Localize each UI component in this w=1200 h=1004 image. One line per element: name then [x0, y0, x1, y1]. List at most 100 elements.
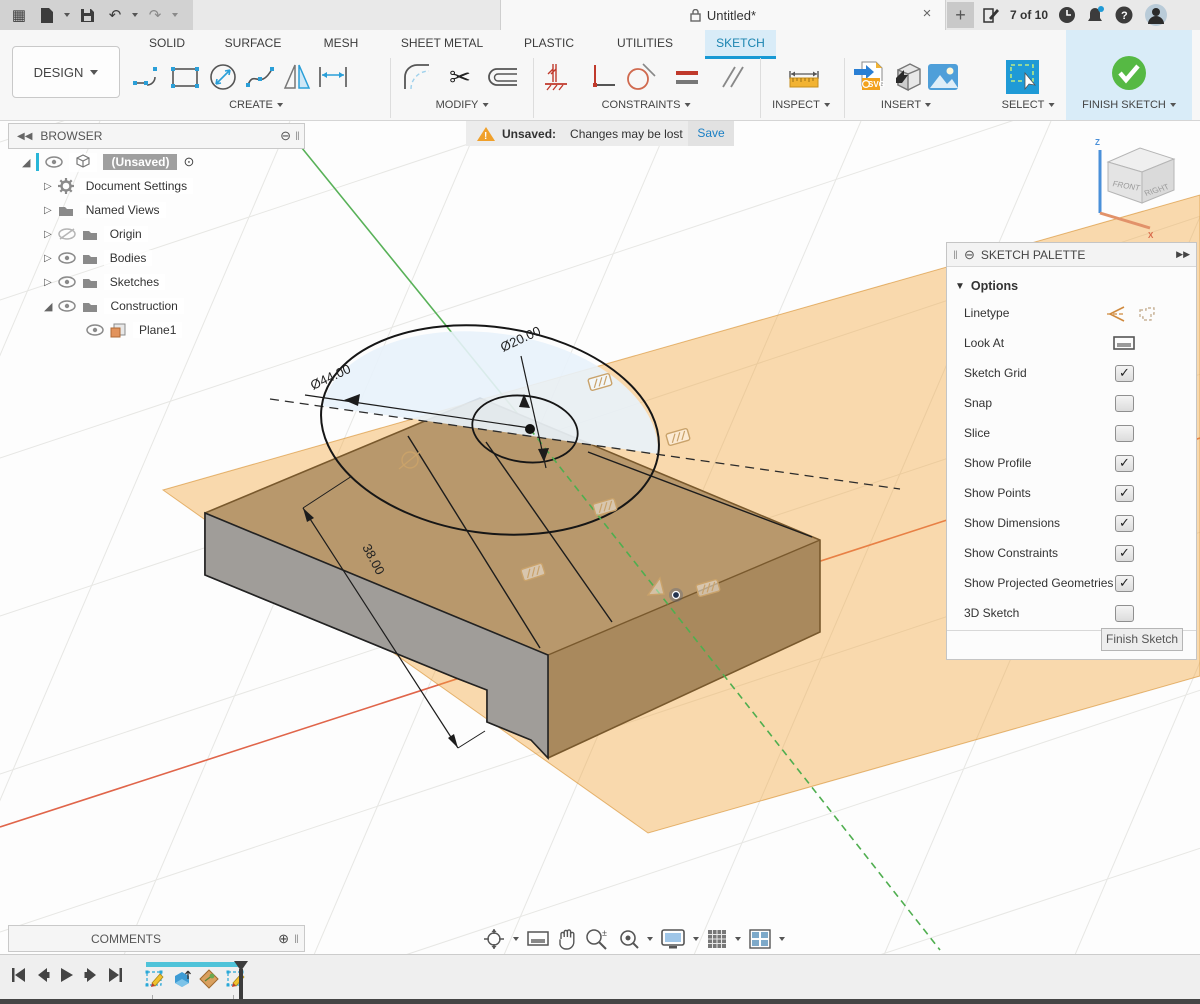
- eye-icon[interactable]: [86, 324, 104, 336]
- insert-mesh-icon[interactable]: [891, 60, 925, 94]
- palette-finish-sketch-button[interactable]: Finish Sketch: [1101, 628, 1183, 651]
- look-at-icon[interactable]: [1113, 334, 1135, 352]
- collapsed-triangle-icon[interactable]: ▷: [44, 229, 52, 240]
- fit-caret[interactable]: [647, 937, 653, 941]
- perpendicular-icon[interactable]: [586, 60, 620, 94]
- fit-icon[interactable]: [617, 928, 639, 950]
- sketch-center-point[interactable]: [525, 424, 535, 434]
- minus-circle-icon[interactable]: ⊖: [964, 247, 975, 263]
- design-dropdown[interactable]: DESIGN: [12, 46, 120, 98]
- slice-checkbox[interactable]: [1115, 425, 1134, 442]
- redo-icon[interactable]: ↷: [144, 4, 166, 26]
- redo-caret[interactable]: [172, 13, 178, 17]
- comments-bar[interactable]: COMMENTS ⊕ ‖: [8, 925, 305, 952]
- select-window-icon[interactable]: [1005, 60, 1039, 94]
- document-tab[interactable]: Untitled* ×: [500, 0, 946, 30]
- pan-icon[interactable]: [557, 928, 577, 950]
- snap-checkbox[interactable]: [1115, 395, 1134, 412]
- display-settings-icon[interactable]: [661, 929, 685, 949]
- tab-mesh[interactable]: MESH: [312, 30, 370, 56]
- app-grid-icon[interactable]: ▦: [8, 4, 30, 26]
- browser-item-plane1[interactable]: Plane1: [86, 320, 182, 340]
- new-tab-button[interactable]: +: [947, 2, 974, 28]
- orbit-caret[interactable]: [513, 937, 519, 941]
- play-icon[interactable]: [58, 966, 75, 984]
- file-icon[interactable]: [36, 4, 58, 26]
- tab-plastic[interactable]: PLASTIC: [514, 30, 584, 56]
- options-section-header[interactable]: ▼ Options: [947, 271, 1196, 301]
- expanded-triangle-icon[interactable]: ◢: [22, 156, 30, 169]
- show-constraints-checkbox[interactable]: [1115, 545, 1134, 562]
- collapsed-triangle-icon[interactable]: ▷: [44, 181, 52, 192]
- finish-sketch-button[interactable]: FINISH SKETCH: [1066, 30, 1192, 120]
- browser-item-origin[interactable]: ▷ Origin: [44, 224, 148, 244]
- viewports-caret[interactable]: [779, 937, 785, 941]
- collapsed-triangle-icon[interactable]: ▷: [44, 277, 52, 288]
- save-button[interactable]: Save: [688, 121, 734, 146]
- plus-circle-icon[interactable]: ⊕: [278, 931, 289, 947]
- tab-surface[interactable]: SURFACE: [216, 30, 290, 56]
- construction-linetype-icon[interactable]: [1137, 305, 1157, 323]
- sketch-palette-header[interactable]: ‖ ⊖ SKETCH PALETTE ▶▶: [947, 243, 1196, 267]
- panel-grip[interactable]: ‖: [295, 129, 300, 143]
- extrude-feature-icon[interactable]: [172, 969, 193, 990]
- insert-svg-icon[interactable]: SVG: [852, 60, 886, 94]
- eye-icon[interactable]: [58, 300, 76, 312]
- construction-plane-feature-icon[interactable]: [199, 969, 220, 990]
- sketch-grid-checkbox[interactable]: [1115, 365, 1134, 382]
- 3d-sketch-checkbox[interactable]: [1115, 605, 1134, 622]
- browser-panel-header[interactable]: ◀◀ BROWSER ⊖ ‖: [8, 123, 305, 149]
- tab-utilities[interactable]: UTILITIES: [608, 30, 682, 56]
- orbit-icon[interactable]: [483, 928, 505, 950]
- mirror-icon[interactable]: [280, 60, 314, 94]
- collapsed-triangle-icon[interactable]: ▷: [44, 253, 52, 264]
- browser-item-document-settings[interactable]: ▷ Document Settings: [44, 176, 193, 196]
- measure-icon[interactable]: [787, 60, 821, 94]
- horizontal-vertical-icon[interactable]: [542, 60, 576, 94]
- edits-counter-icon[interactable]: [983, 7, 1000, 24]
- eye-icon[interactable]: [45, 156, 63, 168]
- root-document-label[interactable]: (Unsaved): [103, 154, 177, 170]
- radio-target-icon[interactable]: ⊙: [183, 154, 194, 170]
- grid-settings-icon[interactable]: [707, 929, 727, 949]
- panel-grip[interactable]: ‖: [294, 932, 299, 946]
- canvas-icon[interactable]: [926, 60, 960, 94]
- sketch-feature-icon[interactable]: [145, 969, 166, 990]
- browser-item-sketches[interactable]: ▷ Sketches: [44, 272, 165, 292]
- eye-off-icon[interactable]: [58, 228, 76, 240]
- clock-icon[interactable]: [1058, 6, 1077, 25]
- tab-sheet-metal[interactable]: SHEET METAL: [390, 30, 494, 56]
- zoom-icon[interactable]: ±: [585, 928, 609, 950]
- avatar[interactable]: [1144, 3, 1168, 27]
- viewports-icon[interactable]: [749, 929, 771, 949]
- circle-icon[interactable]: [206, 60, 240, 94]
- timeline-group-bar[interactable]: [146, 962, 238, 967]
- browser-root-row[interactable]: ◢ (Unsaved) ⊙: [22, 152, 194, 172]
- help-icon[interactable]: ?: [1115, 6, 1134, 25]
- tangent-icon[interactable]: [623, 60, 657, 94]
- eye-icon[interactable]: [58, 252, 76, 264]
- undo-icon[interactable]: ↶: [104, 4, 126, 26]
- offset-icon[interactable]: [483, 60, 517, 94]
- tab-sketch[interactable]: SKETCH: [705, 30, 776, 59]
- line-icon[interactable]: [131, 60, 165, 94]
- equal-icon[interactable]: [670, 60, 704, 94]
- inspect-group-label[interactable]: INSPECT: [772, 98, 830, 112]
- section-collapse-triangle-icon[interactable]: ▼: [955, 281, 965, 292]
- constraints-group-label[interactable]: CONSTRAINTS: [602, 98, 691, 112]
- show-projected-geometries-checkbox[interactable]: [1115, 575, 1134, 592]
- grid-caret[interactable]: [735, 937, 741, 941]
- undo-caret[interactable]: [132, 13, 138, 17]
- close-tab-icon[interactable]: ×: [917, 4, 937, 24]
- tab-solid[interactable]: SOLID: [138, 30, 196, 56]
- create-group-label[interactable]: CREATE: [229, 98, 283, 112]
- select-group-label[interactable]: SELECT: [1002, 98, 1055, 112]
- sketch-dimension-icon[interactable]: [316, 60, 350, 94]
- notifications-bell-icon[interactable]: [1087, 6, 1105, 25]
- panel-grip[interactable]: ‖: [953, 248, 958, 262]
- show-dimensions-checkbox[interactable]: [1115, 515, 1134, 532]
- eye-icon[interactable]: [58, 276, 76, 288]
- skip-to-end-icon[interactable]: [106, 966, 123, 984]
- browser-item-named-views[interactable]: ▷ Named Views: [44, 200, 166, 220]
- file-menu-caret[interactable]: [64, 13, 70, 17]
